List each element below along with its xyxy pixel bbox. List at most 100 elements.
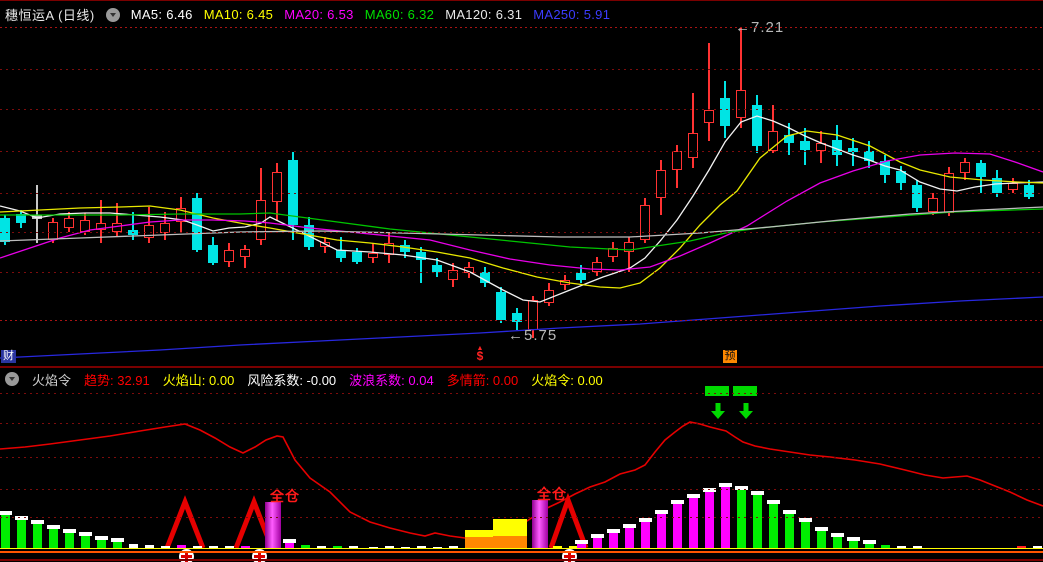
candle bbox=[640, 205, 650, 240]
bar-cap bbox=[95, 536, 108, 540]
bar-cap bbox=[31, 520, 44, 524]
candle bbox=[432, 265, 442, 272]
indicator-collapse-chevron-icon[interactable] bbox=[5, 372, 19, 386]
histogram-bar bbox=[657, 514, 666, 548]
candle bbox=[112, 223, 122, 232]
bar-cap bbox=[847, 537, 860, 541]
cross-horizontal bbox=[564, 555, 575, 558]
bar-cap bbox=[623, 524, 636, 528]
collapse-chevron-icon[interactable] bbox=[105, 7, 120, 22]
ma-legend-item: MA120: 6.31 bbox=[445, 7, 523, 22]
panel-divider bbox=[0, 366, 1043, 368]
indicator-gridline bbox=[0, 393, 1043, 394]
indicator-gridline bbox=[0, 517, 1043, 518]
candle bbox=[608, 248, 618, 257]
candle bbox=[352, 252, 362, 262]
volume-block bbox=[465, 530, 493, 537]
price-gridline bbox=[0, 27, 1043, 28]
histogram-bar bbox=[769, 504, 778, 548]
candle bbox=[496, 292, 506, 320]
ma-line-MA120 bbox=[0, 206, 1043, 242]
candle bbox=[272, 172, 282, 202]
candle bbox=[384, 243, 394, 255]
candle bbox=[720, 98, 730, 126]
candle bbox=[64, 218, 74, 228]
histogram-bar bbox=[593, 538, 602, 548]
candle bbox=[928, 198, 938, 212]
indicator-field: 火焰山: 0.00 bbox=[162, 372, 235, 388]
full-position-bar bbox=[532, 500, 548, 548]
bar-cap bbox=[719, 483, 732, 487]
green-down-arrow-icon bbox=[711, 403, 725, 419]
bar-cap bbox=[639, 518, 652, 522]
candle bbox=[1008, 183, 1018, 190]
cross-horizontal bbox=[254, 555, 265, 558]
indicator-field: 火焰令: 0.00 bbox=[531, 372, 603, 388]
candle bbox=[784, 135, 794, 143]
candle bbox=[800, 141, 810, 150]
ma-legend-item: MA20: 6.53 bbox=[284, 7, 354, 22]
candle bbox=[880, 161, 890, 175]
histogram-bar bbox=[817, 531, 826, 548]
histogram-bar bbox=[689, 498, 698, 548]
trading-app-window: 穗恒运A (日线) MA5: 6.46 MA10: 6.45 MA20: 6.53 M… bbox=[0, 0, 1043, 562]
price-gridline bbox=[0, 272, 1043, 273]
histogram-bar bbox=[753, 495, 762, 548]
finance-flag-marker[interactable]: 财 bbox=[1, 350, 16, 363]
price-annotation: ←5.75 bbox=[508, 327, 558, 344]
candle bbox=[320, 242, 330, 247]
candle bbox=[704, 110, 714, 123]
bar-cap bbox=[575, 540, 588, 544]
price-gridline bbox=[0, 320, 1043, 321]
bar-cap bbox=[831, 533, 844, 537]
candle bbox=[80, 220, 90, 232]
dividend-dollar-marker[interactable]: ▲ $ bbox=[473, 345, 487, 362]
candle bbox=[576, 273, 586, 280]
histogram-bar bbox=[65, 533, 74, 548]
candle bbox=[480, 272, 490, 283]
price-gridline bbox=[0, 151, 1043, 152]
ma-legend-item: MA60: 6.32 bbox=[364, 7, 435, 22]
candle bbox=[816, 143, 826, 151]
candle bbox=[768, 131, 778, 151]
ma-line-MA10 bbox=[0, 130, 1043, 289]
histogram-bar bbox=[801, 522, 810, 548]
bar-cap bbox=[863, 540, 876, 544]
bar-cap bbox=[815, 527, 828, 531]
candle bbox=[832, 140, 842, 155]
histogram-bar bbox=[705, 492, 714, 548]
candle-wick bbox=[852, 138, 854, 166]
candle bbox=[32, 215, 42, 219]
histogram-bar bbox=[33, 524, 42, 548]
bar-cap bbox=[607, 529, 620, 533]
candle bbox=[544, 290, 554, 303]
indicator-field: 趋势: 32.91 bbox=[84, 372, 150, 388]
indicator-baseline-yellow bbox=[0, 548, 1043, 549]
candle bbox=[672, 151, 682, 170]
indicator-values: 趋势: 32.91 火焰山: 0.00 风险系数: -0.00 波浪系数: 0.04 多… bbox=[84, 370, 616, 389]
bar-cap bbox=[283, 539, 296, 543]
indicator-field: 波浪系数: 0.04 bbox=[349, 372, 434, 388]
histogram-bar bbox=[849, 541, 858, 548]
indicator-header-bar: 火焰令 趋势: 32.91 火焰山: 0.00 风险系数: -0.00 波浪系数: 0… bbox=[0, 369, 1043, 389]
forecast-flag-marker[interactable]: 预 bbox=[723, 350, 737, 363]
price-gridline bbox=[0, 109, 1043, 110]
histogram-bar bbox=[97, 540, 106, 548]
candle bbox=[16, 214, 26, 223]
candle bbox=[736, 90, 746, 118]
candle bbox=[624, 242, 634, 252]
bar-cap bbox=[63, 529, 76, 533]
histogram-bar bbox=[17, 520, 26, 548]
candle bbox=[688, 133, 698, 158]
histogram-bar bbox=[737, 490, 746, 548]
candle bbox=[912, 185, 922, 208]
indicator-title: 火焰令 bbox=[32, 372, 72, 388]
stock-title: 穗恒运A (日线) bbox=[5, 8, 95, 23]
indicator-field: 多情箭: 0.00 bbox=[446, 372, 519, 388]
candle bbox=[208, 245, 218, 263]
histogram-bar bbox=[81, 536, 90, 548]
bar-cap bbox=[751, 491, 764, 495]
candle bbox=[976, 163, 986, 177]
histogram-bar bbox=[49, 529, 58, 548]
candle bbox=[560, 280, 570, 285]
